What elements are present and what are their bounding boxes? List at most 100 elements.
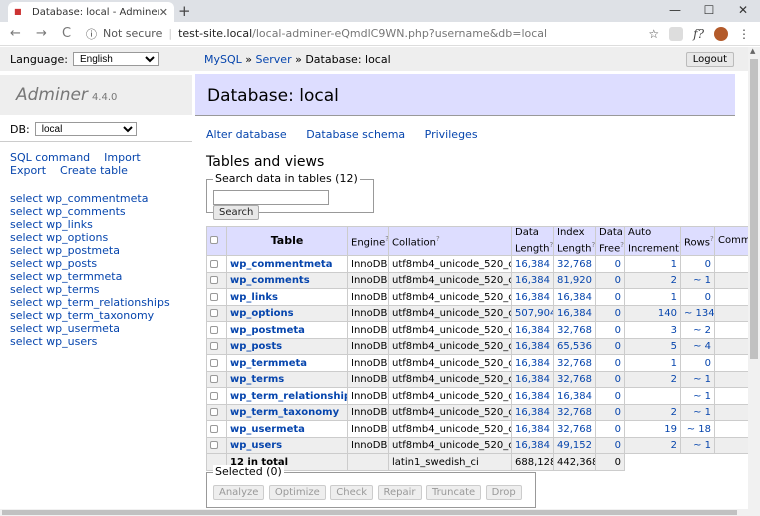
back-icon[interactable]: ←: [10, 26, 26, 41]
database-schema-link[interactable]: Database schema: [306, 128, 405, 141]
horizontal-scrollbar[interactable]: [0, 509, 760, 516]
auto-increment-link[interactable]: 1: [671, 292, 677, 303]
data-length-link[interactable]: 16,384: [515, 341, 550, 352]
data-length-link[interactable]: 16,384: [515, 374, 550, 385]
data-free-link[interactable]: 0: [615, 259, 621, 270]
sidebar-table-link[interactable]: select wp_termmeta: [10, 270, 170, 283]
help-icon[interactable]: ?: [620, 241, 623, 249]
sidebar-table-link[interactable]: select wp_options: [10, 231, 170, 244]
auto-increment-link[interactable]: 2: [671, 407, 677, 418]
index-length-link[interactable]: 32,768: [557, 424, 592, 435]
sql-command-link[interactable]: SQL command: [10, 151, 90, 164]
forward-icon[interactable]: →: [36, 26, 52, 41]
rows-link[interactable]: ~ 1: [693, 391, 711, 402]
hscroll-thumb[interactable]: [2, 510, 737, 515]
rows-link[interactable]: ~ 2: [693, 325, 711, 336]
new-tab-button[interactable]: +: [178, 2, 191, 20]
rows-link[interactable]: ~ 1: [693, 407, 711, 418]
auto-increment-link[interactable]: 1: [671, 259, 677, 270]
sidebar-table-link[interactable]: select wp_usermeta: [10, 322, 170, 335]
help-icon[interactable]: ?: [550, 241, 553, 249]
sidebar-table-link[interactable]: select wp_postmeta: [10, 244, 170, 257]
sidebar-table-link[interactable]: select wp_users: [10, 335, 170, 348]
rows-link[interactable]: 0: [705, 259, 711, 270]
maximize-icon[interactable]: ☐: [692, 0, 726, 20]
row-checkbox[interactable]: [210, 358, 218, 367]
index-length-link[interactable]: 32,768: [557, 358, 592, 369]
menu-icon[interactable]: ⋮: [738, 27, 750, 41]
data-free-link[interactable]: 0: [615, 407, 621, 418]
import-link[interactable]: Import: [104, 151, 141, 164]
data-length-link[interactable]: 16,384: [515, 440, 550, 451]
adminer-logo[interactable]: Adminer 4.4.0: [0, 75, 192, 115]
truncate-button[interactable]: Truncate: [426, 485, 482, 500]
row-checkbox[interactable]: [210, 408, 218, 417]
row-checkbox[interactable]: [210, 309, 218, 318]
index-length-link[interactable]: 49,152: [557, 440, 592, 451]
index-length-link[interactable]: 65,536: [557, 341, 592, 352]
table-name-link[interactable]: wp_posts: [230, 341, 282, 352]
minimize-icon[interactable]: —: [658, 0, 692, 20]
breadcrumb-mysql[interactable]: MySQL: [204, 53, 242, 66]
repair-button[interactable]: Repair: [377, 485, 422, 500]
tab-close-icon[interactable]: ✕: [159, 6, 168, 19]
data-free-link[interactable]: 0: [615, 391, 621, 402]
table-name-link[interactable]: wp_links: [230, 292, 278, 303]
search-input[interactable]: [213, 190, 329, 205]
extension-icon[interactable]: [669, 26, 684, 41]
auto-increment-link[interactable]: 2: [671, 374, 677, 385]
table-name-link[interactable]: wp_terms: [230, 374, 284, 385]
data-free-link[interactable]: 0: [615, 374, 621, 385]
rows-link[interactable]: ~ 1: [693, 440, 711, 451]
search-button[interactable]: Search: [213, 205, 260, 220]
auto-increment-link[interactable]: 1: [671, 358, 677, 369]
data-length-link[interactable]: 16,384: [515, 259, 550, 270]
auto-increment-link[interactable]: 2: [671, 440, 677, 451]
data-free-link[interactable]: 0: [615, 325, 621, 336]
sidebar-table-link[interactable]: select wp_term_taxonomy: [10, 309, 170, 322]
table-name-link[interactable]: wp_users: [230, 440, 282, 451]
auto-increment-link[interactable]: 2: [671, 275, 677, 286]
check-button[interactable]: Check: [330, 485, 374, 500]
data-length-link[interactable]: 16,384: [515, 407, 550, 418]
data-free-link[interactable]: 0: [615, 308, 621, 319]
row-checkbox[interactable]: [210, 391, 218, 400]
rows-link[interactable]: ~ 4: [693, 341, 711, 352]
data-free-link[interactable]: 0: [615, 358, 621, 369]
row-checkbox[interactable]: [210, 424, 218, 433]
row-checkbox[interactable]: [210, 292, 218, 301]
alter-database-link[interactable]: Alter database: [206, 128, 287, 141]
table-name-link[interactable]: wp_usermeta: [230, 424, 305, 435]
scroll-thumb[interactable]: [750, 59, 758, 359]
bookmark-star-icon[interactable]: ☆: [648, 27, 659, 41]
scroll-up-icon[interactable]: ▲: [750, 47, 755, 55]
sidebar-table-link[interactable]: select wp_links: [10, 218, 170, 231]
optimize-button[interactable]: Optimize: [268, 485, 326, 500]
rows-link[interactable]: 0: [705, 358, 711, 369]
reload-icon[interactable]: C: [62, 26, 78, 41]
db-select[interactable]: local: [34, 122, 137, 136]
row-checkbox[interactable]: [210, 375, 218, 384]
data-free-link[interactable]: 0: [615, 341, 621, 352]
row-checkbox[interactable]: [210, 342, 218, 351]
data-length-link[interactable]: 16,384: [515, 292, 550, 303]
rows-link[interactable]: ~ 134: [684, 308, 714, 319]
rows-link[interactable]: ~ 1: [693, 275, 711, 286]
close-window-icon[interactable]: ✕: [726, 0, 760, 20]
breadcrumb-server[interactable]: Server: [256, 53, 292, 66]
data-length-link[interactable]: 16,384: [515, 424, 550, 435]
language-select[interactable]: English: [73, 52, 159, 66]
data-free-link[interactable]: 0: [615, 440, 621, 451]
data-free-link[interactable]: 0: [615, 292, 621, 303]
help-icon[interactable]: ?: [592, 241, 595, 249]
browser-tab[interactable]: ■ Database: local - Adminer ✕: [8, 2, 174, 22]
index-length-link[interactable]: 16,384: [557, 391, 592, 402]
index-length-link[interactable]: 32,768: [557, 407, 592, 418]
privileges-link[interactable]: Privileges: [425, 128, 478, 141]
logout-button[interactable]: Logout: [685, 52, 734, 67]
rows-link[interactable]: ~ 1: [693, 374, 711, 385]
auto-increment-link[interactable]: 140: [658, 308, 677, 319]
index-length-link[interactable]: 32,768: [557, 325, 592, 336]
vertical-scrollbar[interactable]: ▲: [748, 47, 760, 509]
index-length-link[interactable]: 81,920: [557, 275, 592, 286]
